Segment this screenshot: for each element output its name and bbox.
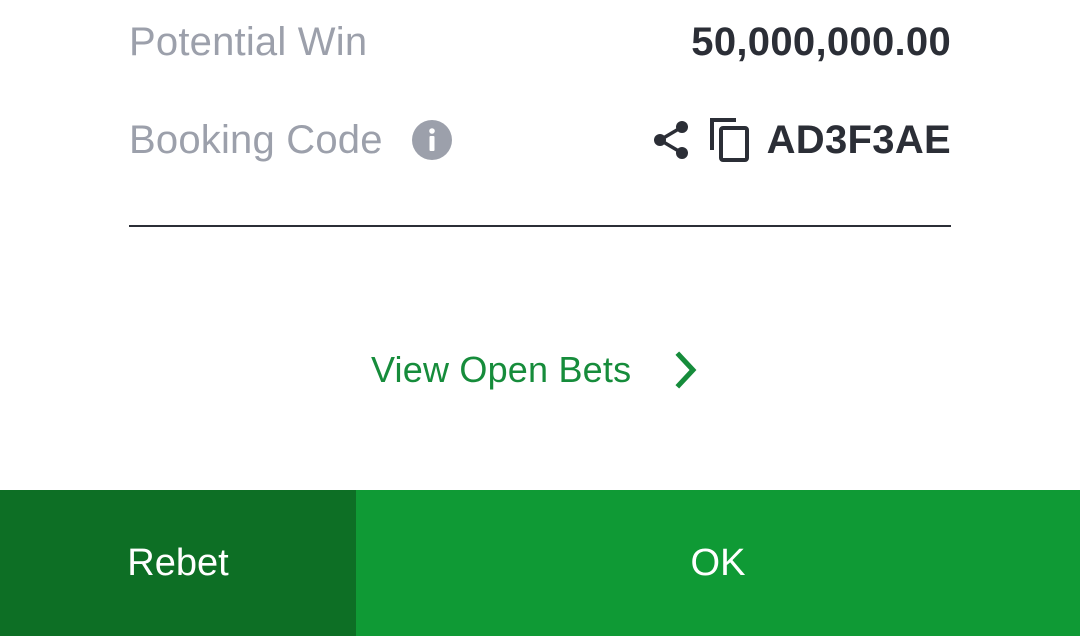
booking-code-actions: AD3F3AE [650,116,951,164]
view-open-bets-link[interactable]: View Open Bets [371,340,701,400]
info-icon[interactable] [411,120,452,160]
booking-code-row: Booking Code AD3F3AE [129,110,951,170]
booking-code-label: Booking Code [129,117,383,162]
booking-code-label-group: Booking Code [129,118,452,163]
bet-confirmation-panel: Potential Win 50,000,000.00 Booking Code [0,0,1080,636]
potential-win-row: Potential Win 50,000,000.00 [129,12,951,72]
rebet-button[interactable]: Rebet [0,490,356,636]
share-icon[interactable] [650,119,692,161]
potential-win-label: Potential Win [129,19,368,64]
copy-icon[interactable] [708,116,752,164]
chevron-right-icon [675,351,697,389]
booking-code-value[interactable]: AD3F3AE [767,118,951,163]
view-open-bets-label: View Open Bets [371,349,632,390]
action-bar: Rebet OK [0,490,1080,636]
divider [129,225,951,227]
ok-button[interactable]: OK [356,490,1080,636]
potential-win-value: 50,000,000.00 [691,19,951,64]
